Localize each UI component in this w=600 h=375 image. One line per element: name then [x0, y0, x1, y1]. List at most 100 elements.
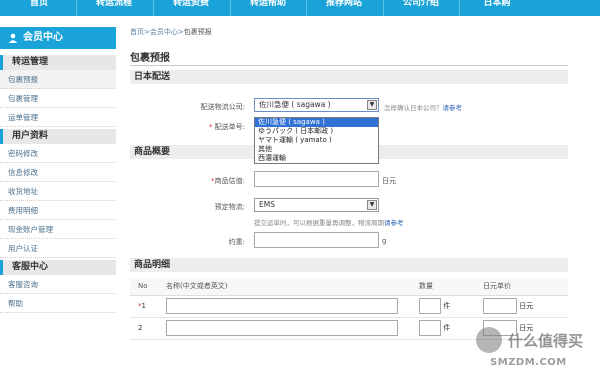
column-header-name: 名称(中文或者英文): [158, 278, 411, 296]
dropdown-option[interactable]: 其他: [255, 145, 378, 154]
item-name-input[interactable]: [166, 320, 398, 336]
item-qty-input[interactable]: [419, 320, 441, 336]
required-star: *: [208, 123, 213, 131]
shipping-select-value: EMS: [259, 200, 275, 209]
nav-process[interactable]: 转运流程: [80, 0, 148, 16]
table-header: No 名称(中文或者英文) 数量 日元单价: [130, 278, 568, 296]
item-name-input[interactable]: [166, 298, 398, 314]
sidebar-item-address[interactable]: 收货地址: [0, 182, 116, 201]
carrier-hint-text: 怎样确认日本公司？: [384, 104, 443, 112]
nav-company[interactable]: 公司介绍: [387, 0, 455, 16]
value-unit: 日元: [382, 177, 396, 185]
sidebar-item-password[interactable]: 密码修改: [0, 144, 116, 163]
carrier-row: 配送物流公司: 佐川急便 ( sagawa ) ▼ 怎样确认日本公司？请参考: [130, 97, 568, 117]
value-label: *商品估值:: [211, 176, 245, 186]
nav-separator: [383, 0, 384, 16]
qty-cell: 件: [411, 295, 475, 318]
page-title: 包裹预报: [130, 53, 170, 64]
shipping-hint-link[interactable]: 请参考: [384, 219, 404, 227]
weight-label: 约重:: [228, 238, 245, 246]
row-number-text: 2: [138, 324, 143, 332]
breadcrumb-member[interactable]: 会员中心: [150, 28, 178, 36]
breadcrumb: 首页>会员中心>包裹预报: [130, 27, 568, 37]
row-number-text: 1: [141, 302, 146, 310]
top-navigation: 首页 转运流程 转运资费 转运帮助 推荐网站 公司介绍 日本购: [0, 0, 600, 16]
breadcrumb-current: 包裹预报: [183, 28, 212, 36]
item-qty-input[interactable]: [419, 298, 441, 314]
dropdown-option[interactable]: ゆうパック ( 日本邮政 ): [255, 127, 378, 136]
dropdown-option[interactable]: 西濃運輸: [255, 154, 378, 163]
shipping-hint-text: 提交运单时，可以根据重量再调整，物流周期: [254, 219, 384, 227]
sidebar-item-waybill-manage[interactable]: 运单管理: [0, 108, 116, 127]
shipping-label: 预定物流:: [214, 203, 245, 211]
sidebar-header-title: 会员中心: [23, 32, 63, 43]
carrier-select-value: 佐川急便 ( sagawa ): [259, 100, 331, 109]
nav-separator: [230, 0, 231, 16]
sidebar-item-help[interactable]: 帮助: [0, 294, 116, 313]
value-input[interactable]: [254, 171, 379, 187]
sidebar-group-service: 客服中心: [0, 260, 116, 275]
sidebar-header: 会员中心: [0, 27, 116, 49]
user-icon: [8, 33, 18, 43]
value-label-text: 商品估值:: [214, 177, 245, 185]
carrier-hint-link[interactable]: 请参考: [443, 104, 463, 112]
shipping-hint: 提交运单时，可以根据重量再调整，物流周期请参考: [254, 217, 404, 227]
sidebar-item-info[interactable]: 信息修改: [0, 163, 116, 182]
value-row: *商品估值: 日元: [130, 171, 568, 191]
sidebar-group-shipping: 转运管理: [0, 55, 116, 70]
nav-separator: [153, 0, 154, 16]
shipping-hint-row: 提交运单时，可以根据重量再调整，物流周期请参考: [130, 217, 568, 227]
row-number: 2: [130, 317, 158, 340]
sidebar: 会员中心 转运管理 包裹预报 包裹管理 运单管理 用户资料 密码修改 信息修改 …: [0, 27, 116, 375]
nav-home[interactable]: 首页: [5, 0, 73, 16]
price-unit: 日元: [519, 302, 534, 310]
weight-input[interactable]: [254, 232, 379, 248]
nav-help[interactable]: 转运帮助: [234, 0, 302, 16]
qty-cell: 件: [411, 317, 475, 340]
column-header-qty: 数量: [411, 278, 475, 296]
dropdown-option[interactable]: 佐川急便 ( sagawa ): [255, 118, 378, 127]
tracking-label: * 配送单号:: [209, 122, 245, 132]
nav-recommend[interactable]: 推荐网站: [310, 0, 378, 16]
column-header-price: 日元单价: [475, 278, 568, 296]
name-cell: [158, 295, 411, 318]
main-content: 首页>会员中心>包裹预报 包裹预报 日本配送 配送物流公司: 佐川急便 ( sa…: [130, 27, 568, 340]
shipping-row: 预定物流: EMS ▼: [130, 197, 568, 217]
chevron-down-icon[interactable]: ▼: [367, 200, 377, 210]
sidebar-group-user: 用户资料: [0, 129, 116, 144]
section-header-japan: 日本配送: [130, 70, 568, 84]
item-price-input[interactable]: [483, 298, 517, 314]
nav-separator: [459, 0, 460, 16]
sidebar-item-cash-account[interactable]: 现金账户管理: [0, 220, 116, 239]
sidebar-item-package-manage[interactable]: 包裹管理: [0, 89, 116, 108]
shipping-select[interactable]: EMS ▼: [254, 198, 379, 212]
breadcrumb-home[interactable]: 首页: [130, 28, 144, 36]
carrier-select[interactable]: 佐川急便 ( sagawa ) ▼: [254, 98, 379, 112]
carrier-hint: 怎样确认日本公司？请参考: [384, 102, 462, 112]
nav-separator: [76, 0, 77, 16]
weight-row: 约重: g: [130, 232, 568, 252]
chevron-down-icon[interactable]: ▼: [367, 100, 377, 110]
watermark-subtext: SMZDM.COM: [490, 357, 567, 368]
weight-unit: g: [382, 237, 387, 245]
carrier-label: 配送物流公司:: [200, 103, 245, 111]
row-number: *1: [130, 295, 158, 318]
qty-unit: 件: [443, 324, 451, 332]
carrier-dropdown-list: 佐川急便 ( sagawa ) ゆうパック ( 日本邮政 ) ヤマト運輸 ( y…: [254, 117, 379, 164]
price-cell: 日元: [475, 295, 568, 318]
sidebar-item-consult[interactable]: 客服咨询: [0, 275, 116, 294]
sidebar-item-verification[interactable]: 用户认证: [0, 239, 116, 258]
sidebar-item-fees[interactable]: 费用明细: [0, 201, 116, 220]
table-row: *1 件 日元: [130, 295, 568, 318]
qty-unit: 件: [443, 302, 451, 310]
nav-fees[interactable]: 转运资费: [157, 0, 225, 16]
sidebar-item-package-forecast[interactable]: 包裹预报: [0, 70, 116, 89]
dropdown-option[interactable]: ヤマト運輸 ( yamato ): [255, 136, 378, 145]
divider: [130, 65, 568, 66]
name-cell: [158, 317, 411, 340]
tracking-label-text: 配送单号:: [214, 123, 245, 131]
nav-japan-shop[interactable]: 日本购: [463, 0, 531, 16]
nav-separator: [306, 0, 307, 16]
column-header-no: No: [130, 278, 158, 296]
section-header-detail: 商品明细: [130, 258, 568, 272]
